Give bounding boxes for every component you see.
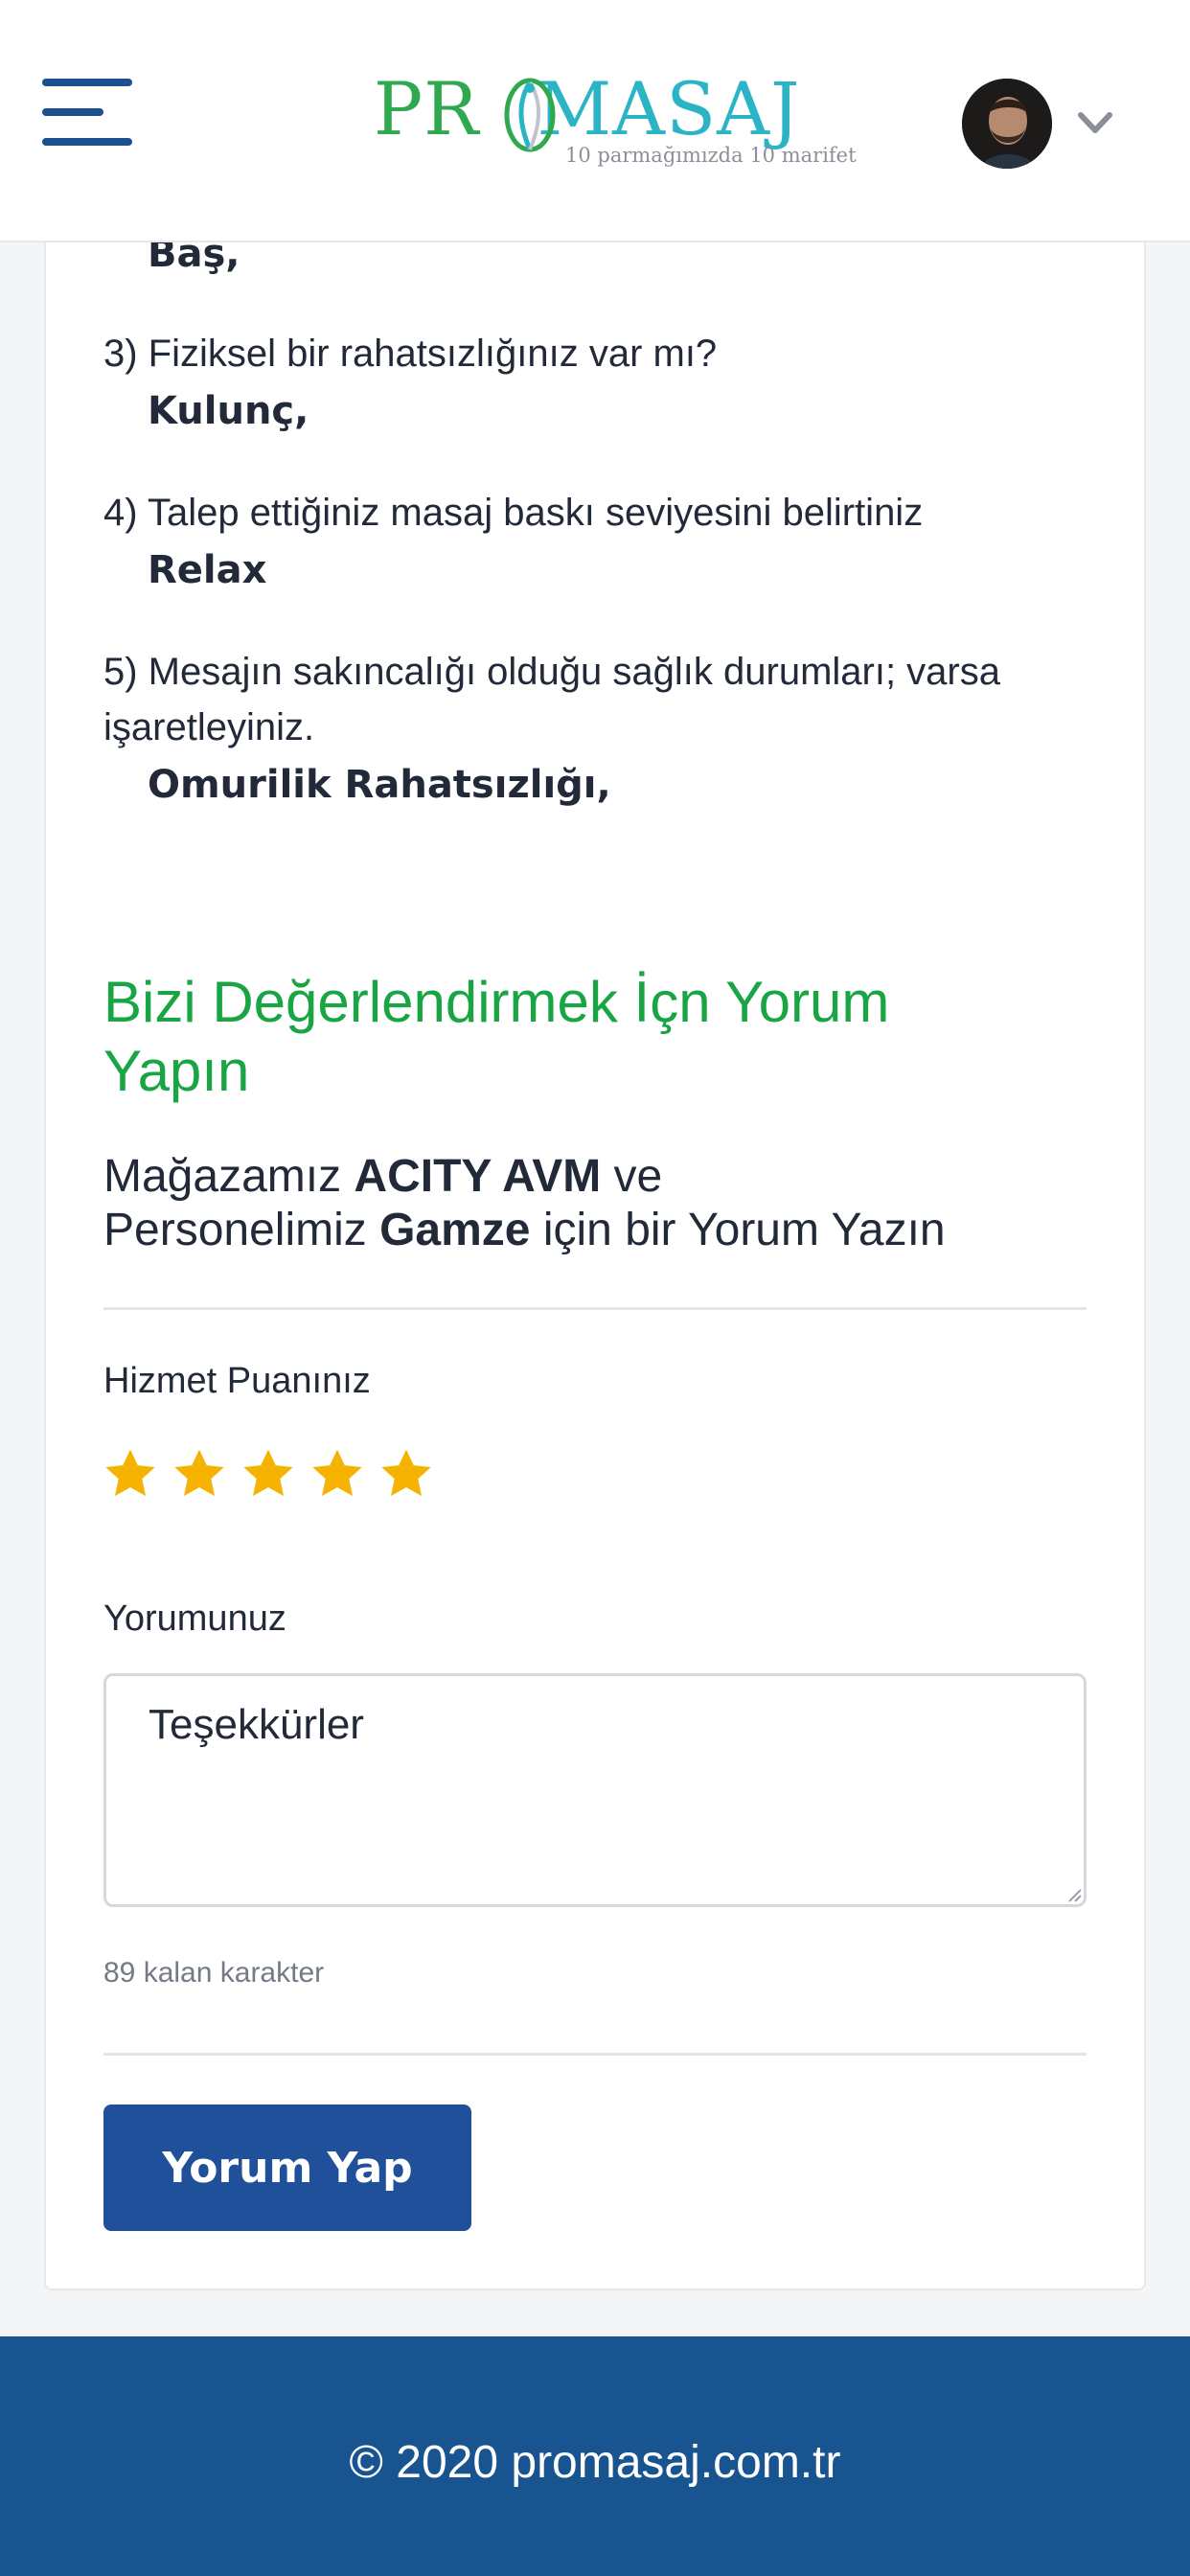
logo-tagline: 10 parmağımızda 10 marifet (565, 144, 857, 167)
resize-grip-icon[interactable] (1065, 1886, 1083, 1903)
star-icon[interactable] (102, 1445, 159, 1503)
chevron-down-icon[interactable] (1075, 107, 1115, 140)
rating-label: Hizmet Puanınız (103, 1361, 371, 1401)
app-header: PR MASAJ 10 parmağımızda 10 marifet (0, 0, 1190, 242)
answer-3: Kulunç, (148, 389, 309, 433)
star-icon[interactable] (240, 1445, 297, 1503)
divider (103, 2053, 1087, 2056)
answer-4: Relax (148, 548, 267, 592)
footer-copyright: © 2020 promasaj.com.tr (349, 2437, 841, 2488)
user-avatar[interactable] (962, 79, 1052, 169)
star-icon[interactable] (171, 1445, 228, 1503)
question-4: 4) Talep ettiğiniz masaj baskı seviyesin… (103, 492, 924, 534)
star-icon[interactable] (378, 1445, 435, 1503)
review-heading-line2: Yapın (103, 1039, 250, 1103)
hamburger-menu-icon[interactable] (42, 77, 132, 148)
review-subtitle: Mağazamız ACITY AVM ve Personelimiz Gamz… (103, 1151, 946, 1255)
question-5-line2: işaretleyiniz. (103, 706, 315, 748)
remaining-characters: 89 kalan karakter (103, 1957, 325, 1989)
logo-wordmark: PR MASAJ (374, 66, 801, 151)
footer: © 2020 promasaj.com.tr (0, 2336, 1190, 2576)
submit-review-button[interactable]: Yorum Yap (103, 2104, 471, 2231)
staff-name: Gamze (379, 1205, 531, 1255)
star-icon[interactable] (309, 1445, 366, 1503)
review-heading-line1: Bizi Değerlendirmek İçn Yorum (103, 970, 890, 1034)
divider (103, 1307, 1087, 1310)
question-3: 3) Fiziksel bir rahatsızlığınız var mı? (103, 333, 718, 375)
promasaj-logo[interactable]: PR MASAJ 10 parmağımızda 10 marifet (374, 66, 857, 168)
logo-emblem-icon (504, 78, 556, 152)
review-heading: Bizi Değerlendirmek İçn Yorum Yapın (103, 968, 1100, 1106)
comment-textarea[interactable] (103, 1673, 1087, 1907)
star-rating[interactable] (102, 1445, 435, 1506)
answer-5: Omurilik Rahatsızlığı, (148, 763, 611, 807)
comment-label: Yorumunuz (103, 1598, 286, 1639)
store-name: ACITY AVM (354, 1151, 602, 1202)
question-5-line1: 5) Mesajın sakıncalığı olduğu sağlık dur… (103, 651, 1000, 693)
avatar-photo (962, 79, 1052, 169)
